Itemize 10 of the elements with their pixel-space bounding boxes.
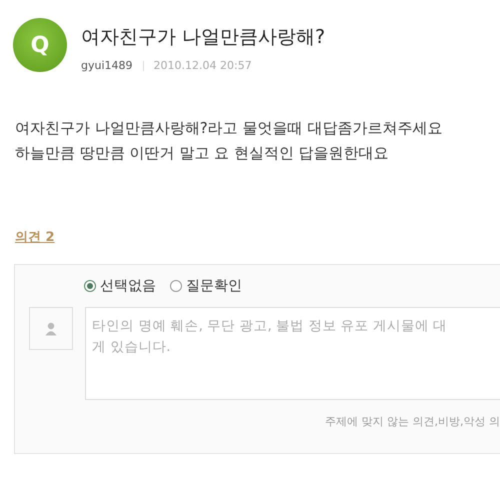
comment-notice: 주제에 맞지 않는 의견,비방,악성 의: [324, 414, 500, 429]
question-text-line: 여자친구가 나얼만큼사랑해?라고 물엇을때 대답좀가르쳐주세요: [15, 118, 444, 139]
radio-option[interactable]: 질문확인: [170, 277, 242, 295]
question-badge: Q: [13, 18, 67, 72]
person-icon: [45, 322, 57, 336]
author-name[interactable]: gyui1489: [81, 59, 133, 72]
radio-option[interactable]: 선택없음: [84, 277, 156, 295]
question-title: 여자친구가 나얼만큼사랑해?: [81, 25, 326, 50]
post-date: 2010.12.04 20:57: [154, 59, 252, 72]
question-text-line: 하늘만큼 땅만큼 이딴거 말고 요 현실적인 답을원한대요: [15, 143, 390, 164]
